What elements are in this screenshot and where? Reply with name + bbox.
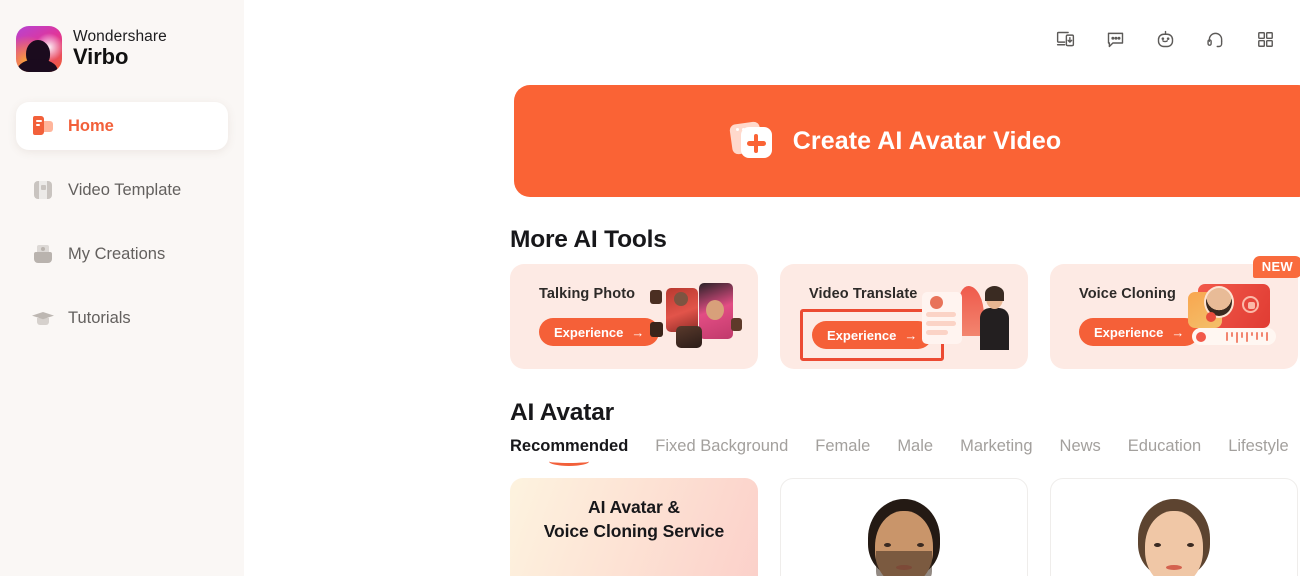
experience-label: Experience [827,327,897,343]
tab-news[interactable]: News [1060,437,1101,466]
avatar-portrait [1122,499,1226,576]
tool-card-talking-photo[interactable]: Talking Photo Experience → [510,264,758,369]
avatar-card-promo[interactable]: AI Avatar & Voice Cloning Service [510,478,758,576]
arrow-right-icon: → [1171,324,1185,340]
tab-lifestyle[interactable]: Lifestyle [1228,437,1289,466]
voice-cloning-illustration-thumbnail [1188,278,1288,358]
virbo-avatar-logo-icon [16,26,62,72]
create-ai-avatar-video-banner[interactable]: Create AI Avatar Video [514,85,1300,197]
tab-female[interactable]: Female [815,437,870,466]
video-template-icon [32,179,54,201]
desktop-download-icon[interactable] [1048,22,1082,56]
new-badge: NEW [1252,256,1300,278]
sidebar: Wondershare Virbo Home Video Template My… [0,0,244,576]
tab-label: News [1059,437,1101,455]
top-toolbar [244,0,1300,78]
add-video-card-icon [728,121,775,161]
tutorials-graduation-cap-icon [32,307,54,329]
headset-support-icon[interactable] [1198,22,1232,56]
experience-label: Experience [554,324,624,340]
sidebar-item-video-template[interactable]: Video Template [16,166,228,214]
avatar-cards-row: AI Avatar & Voice Cloning Service [510,478,1300,576]
ai-tools-row: Talking Photo Experience → Video Transla… [510,256,1300,369]
ai-avatar-title: AI Avatar [510,399,614,426]
tool-card-label: Video Translate [809,286,918,302]
tab-label: Recommended [510,437,629,455]
app-root: Wondershare Virbo Home Video Template My… [0,0,1300,576]
experience-label: Experience [1094,324,1164,340]
brand-logo-block[interactable]: Wondershare Virbo [0,0,244,72]
promo-line1: AI Avatar & [588,497,680,517]
tab-label: Female [815,437,871,455]
tab-label: Male [897,437,934,455]
more-ai-tools-title: More AI Tools [510,226,667,253]
experience-button[interactable]: Experience → [1079,318,1200,346]
sidebar-nav: Home Video Template My Creations Tutoria… [0,102,244,342]
tab-label: Marketing [960,437,1033,455]
brand-line1: Wondershare [73,27,167,45]
brand-line2: Virbo [73,44,129,70]
promo-line2: Voice Cloning Service [543,520,725,541]
video-translate-illustration-thumbnail [918,278,1018,358]
tab-education[interactable]: Education [1128,437,1201,466]
promo-text: AI Avatar & Voice Cloning Service [510,496,758,543]
tab-label: Education [1127,437,1202,455]
main-content: Create AI Avatar Video More AI Tools Tal… [244,0,1300,576]
tab-male[interactable]: Male [897,437,933,466]
experience-button[interactable]: Experience → [539,318,660,346]
tool-card-label: Voice Cloning [1079,286,1176,302]
talking-photo-collage-thumbnail [648,278,748,358]
sidebar-item-tutorials[interactable]: Tutorials [16,294,228,342]
sidebar-item-home[interactable]: Home [16,102,228,150]
tab-fixed-background[interactable]: Fixed Background [655,437,788,466]
avatar-category-tabs: Recommended Fixed Background Female Male… [510,437,1300,466]
avatar-card-female-light[interactable] [1050,478,1298,576]
sidebar-item-label: Video Template [68,180,182,199]
experience-button[interactable]: Experience → [812,321,933,349]
sidebar-item-label: Home [68,116,114,135]
tool-card-label: Talking Photo [539,286,636,302]
sidebar-item-label: Tutorials [68,308,131,327]
apps-grid-icon[interactable] [1248,22,1282,56]
tool-card-voice-cloning[interactable]: NEW Voice Cloning Experience → [1050,256,1300,369]
home-icon [32,115,54,137]
sidebar-item-my-creations[interactable]: My Creations [16,230,228,278]
active-tab-underline [549,457,590,466]
arrow-right-icon: → [631,324,645,340]
chat-bubble-icon[interactable] [1098,22,1132,56]
tab-marketing[interactable]: Marketing [960,437,1032,466]
robot-assistant-icon[interactable] [1148,22,1182,56]
brand-text: Wondershare Virbo [73,27,167,70]
tab-label: Lifestyle [1228,437,1289,455]
tool-card-video-translate[interactable]: Video Translate Experience → [780,264,1028,369]
avatar-card-male-beard[interactable] [780,478,1028,576]
avatar-portrait [852,499,956,576]
tab-recommended[interactable]: Recommended [510,437,628,466]
arrow-right-icon: → [904,327,918,343]
my-creations-icon [32,243,54,265]
banner-title: Create AI Avatar Video [792,126,1062,155]
tab-label: Fixed Background [655,437,789,455]
sidebar-item-label: My Creations [68,244,166,263]
